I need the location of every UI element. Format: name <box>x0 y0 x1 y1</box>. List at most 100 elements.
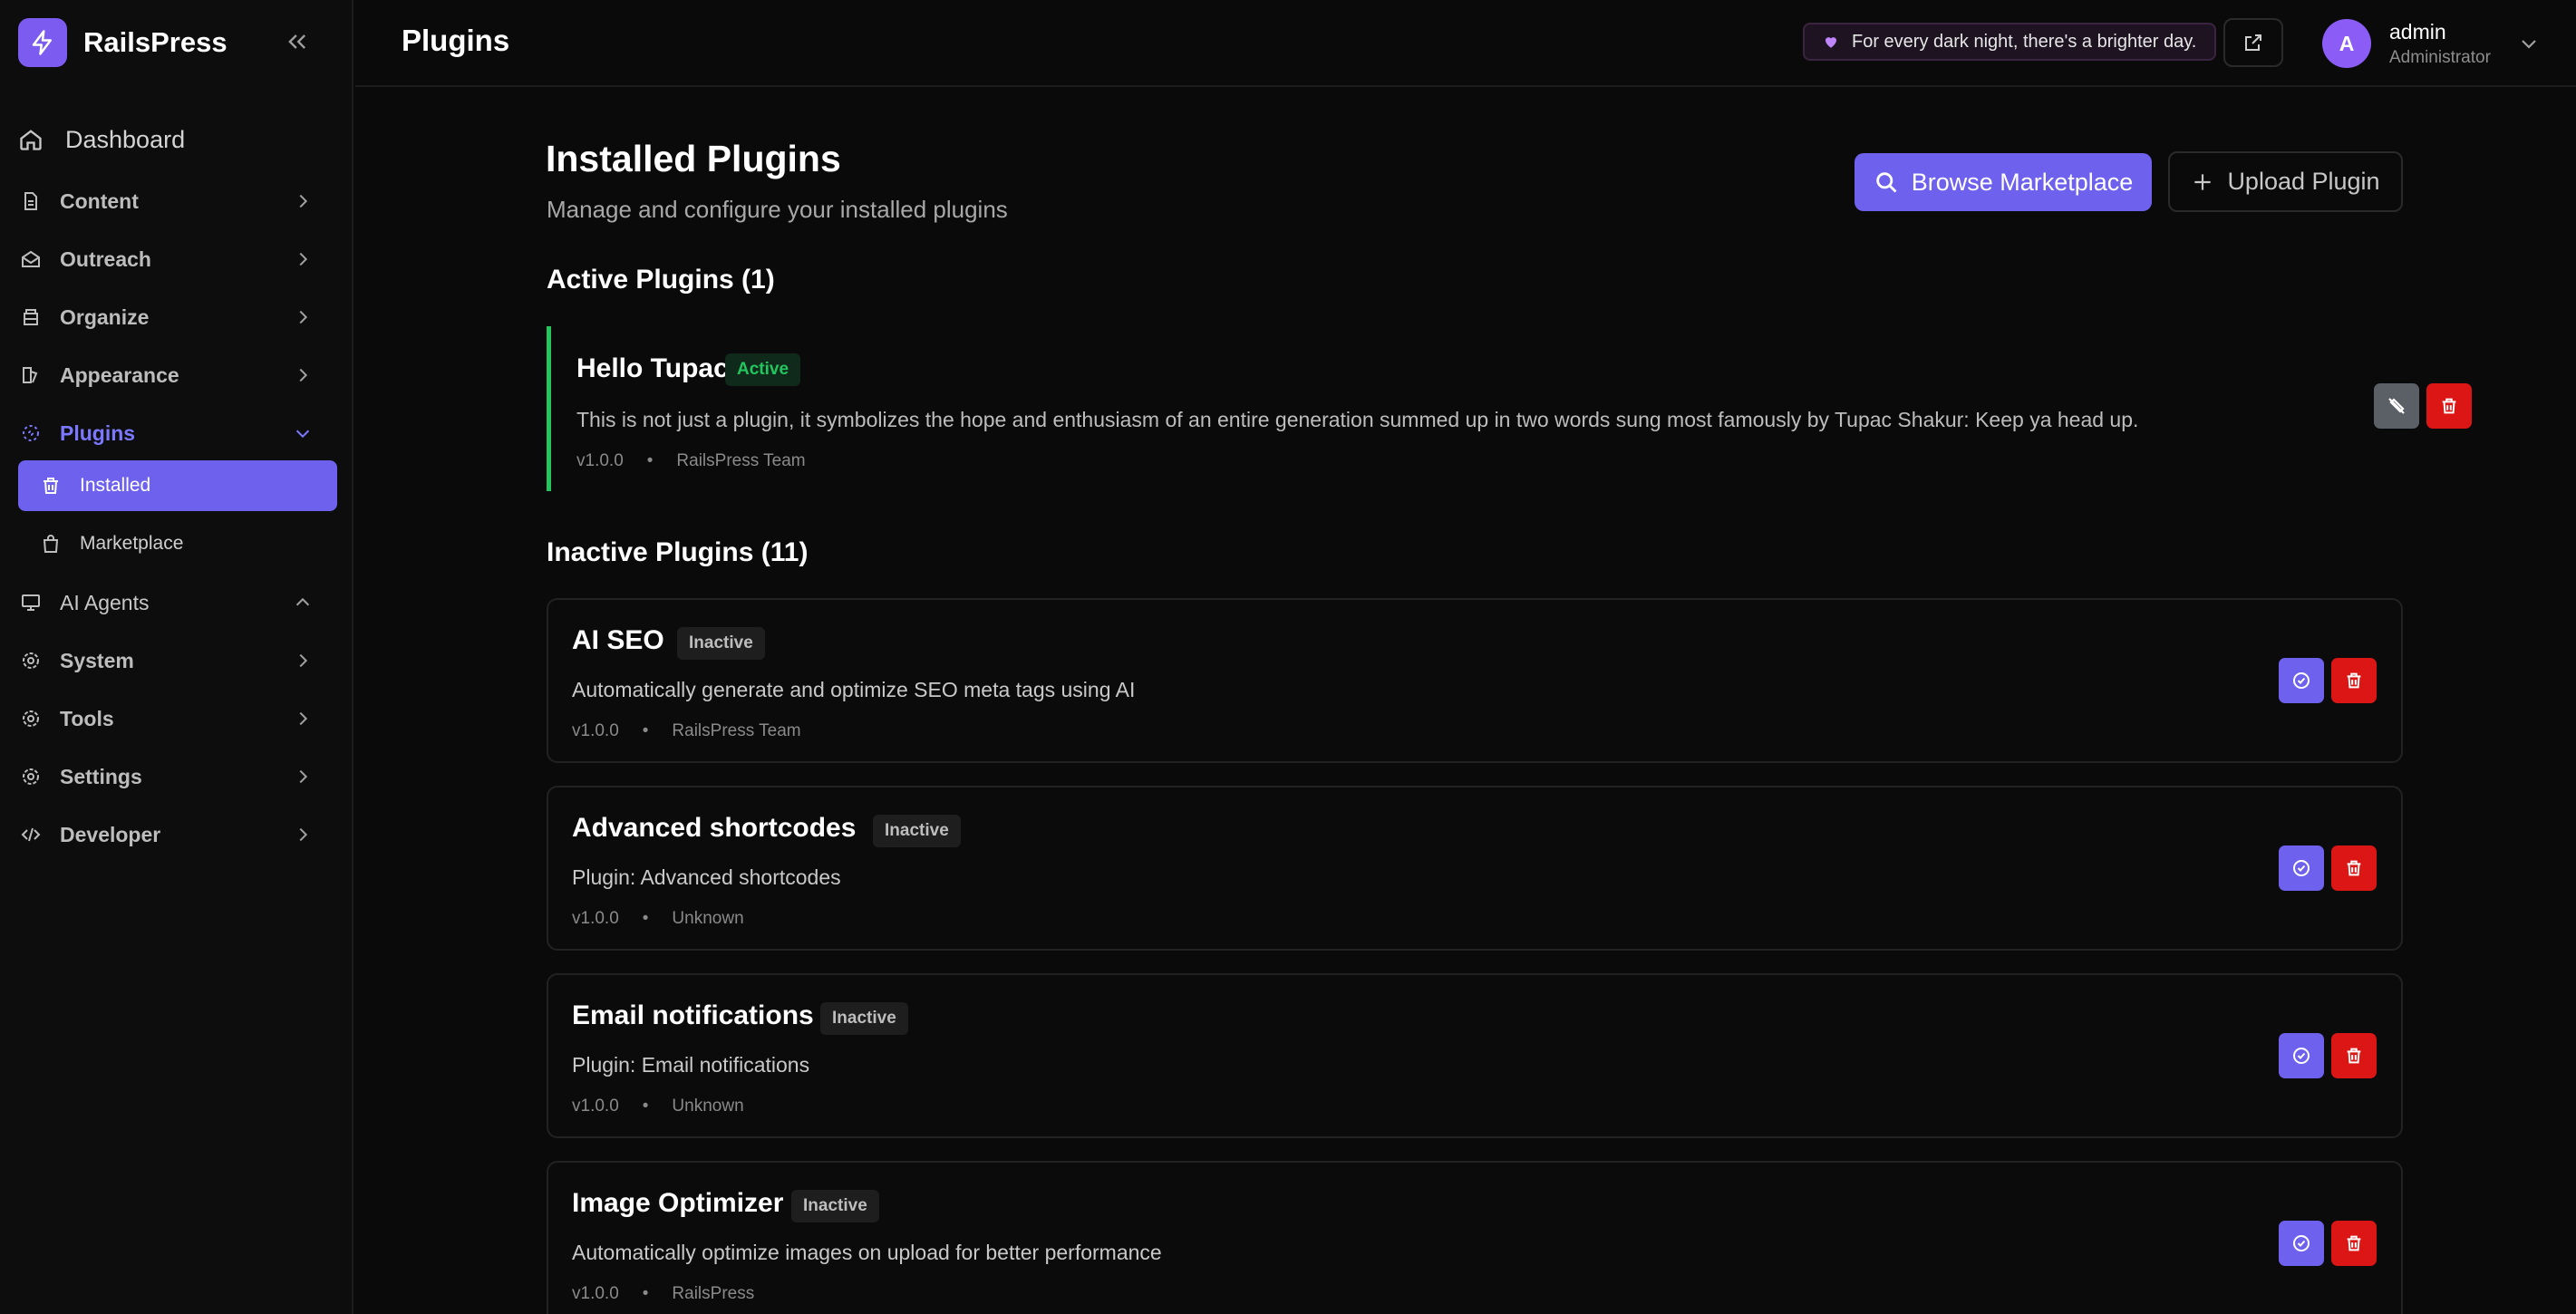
sidebar: RailsPress Dashboard Content Outreach Or… <box>0 0 353 1314</box>
header-title: Plugins <box>402 24 510 57</box>
plugin-meta: v1.0.0 • RailsPress Team <box>576 451 806 471</box>
sidebar-item-system[interactable]: System <box>18 635 337 686</box>
sidebar-item-tools[interactable]: Tools <box>18 693 337 744</box>
meta-separator: • <box>642 721 649 740</box>
check-circle-icon <box>2293 1048 2310 1064</box>
chevron-right-icon <box>290 188 315 214</box>
trash-icon <box>2347 860 2361 876</box>
sidebar-item-label: Settings <box>60 764 142 788</box>
sidebar-subitem-marketplace[interactable]: Marketplace <box>18 518 337 569</box>
activate-button[interactable] <box>2279 845 2324 891</box>
trash-icon <box>2347 1048 2361 1064</box>
sidebar-item-content[interactable]: Content <box>18 176 337 227</box>
home-icon <box>18 127 44 152</box>
sidebar-item-organize[interactable]: Organize <box>18 292 337 343</box>
user-menu[interactable]: A admin Administrator <box>2322 16 2540 71</box>
collapse-sidebar-button[interactable] <box>279 24 315 60</box>
plugin-card: Email notifications Inactive Plugin: Ema… <box>547 973 2403 1138</box>
sidebar-subitem-label: Installed <box>80 475 151 496</box>
top-header: Plugins For every dark night, there's a … <box>355 0 2576 87</box>
sidebar-item-developer[interactable]: Developer <box>18 809 337 860</box>
main-content: Installed Plugins Manage and configure y… <box>355 89 2576 1314</box>
plugin-version: v1.0.0 <box>576 451 624 470</box>
delete-button[interactable] <box>2331 1221 2377 1266</box>
bolt-icon <box>18 18 67 67</box>
monitor-icon <box>18 590 44 615</box>
plugin-author: RailsPress <box>672 1284 755 1303</box>
plugin-version: v1.0.0 <box>572 721 619 740</box>
sidebar-item-outreach[interactable]: Outreach <box>18 234 337 285</box>
user-role: Administrator <box>2389 47 2491 67</box>
sidebar-subitem-installed[interactable]: Installed <box>18 460 337 511</box>
chevron-down-icon <box>2518 33 2540 54</box>
activate-button[interactable] <box>2279 1221 2324 1266</box>
shopping-bag-icon <box>38 531 63 556</box>
gear-icon <box>18 764 44 789</box>
brand[interactable]: RailsPress <box>18 18 228 67</box>
activate-button[interactable] <box>2279 1033 2324 1078</box>
plugin-name: Hello Tupac! <box>576 353 738 383</box>
sidebar-item-label: AI Agents <box>60 590 150 614</box>
page-subtitle: Manage and configure your installed plug… <box>547 196 1008 223</box>
quote-banner: For every dark night, there's a brighter… <box>1803 23 2217 61</box>
plugin-description: Automatically optimize images on upload … <box>572 1241 1162 1264</box>
heart-icon <box>1823 34 1839 50</box>
trash-icon <box>2347 672 2361 689</box>
external-link-icon <box>2245 34 2261 51</box>
sidebar-item-label: Organize <box>60 304 150 329</box>
sidebar-item-appearance[interactable]: Appearance <box>18 350 337 401</box>
chevron-right-icon <box>290 706 315 731</box>
plugin-author: Unknown <box>672 1097 744 1116</box>
check-circle-icon <box>2293 1235 2310 1251</box>
plugin-meta: v1.0.0 • Unknown <box>572 1097 744 1116</box>
sidebar-item-label: System <box>60 648 134 672</box>
plugin-card: Image Optimizer Inactive Automatically o… <box>547 1161 2403 1314</box>
sidebar-item-dashboard[interactable]: Dashboard <box>18 114 337 165</box>
delete-button[interactable] <box>2331 1033 2377 1078</box>
double-chevron-left-icon <box>288 34 305 49</box>
sidebar-item-label: Developer <box>60 822 161 846</box>
sidebar-item-plugins[interactable]: Plugins <box>18 408 337 459</box>
delete-button[interactable] <box>2331 845 2377 891</box>
trash-icon <box>2442 398 2456 414</box>
chevron-right-icon <box>290 304 315 330</box>
mail-open-icon <box>18 246 44 272</box>
avatar: A <box>2322 19 2371 68</box>
sidebar-item-label: Outreach <box>60 246 151 271</box>
activate-button[interactable] <box>2279 658 2324 703</box>
plugin-description: Plugin: Advanced shortcodes <box>572 865 841 889</box>
inactive-plugins-heading: Inactive Plugins (11) <box>547 537 809 567</box>
search-icon <box>1874 169 1899 195</box>
status-badge: Inactive <box>791 1190 879 1222</box>
chevron-right-icon <box>290 246 315 272</box>
plugin-description: This is not just a plugin, it symbolizes… <box>576 408 2139 431</box>
upload-plugin-button[interactable]: Upload Plugin <box>2168 151 2403 212</box>
page-title: Installed Plugins <box>546 138 841 179</box>
active-plugins-heading: Active Plugins (1) <box>547 265 775 295</box>
upload-plugin-label: Upload Plugin <box>2227 168 2380 195</box>
user-name: admin <box>2389 19 2446 43</box>
deactivate-button[interactable] <box>2374 383 2419 429</box>
check-circle-icon <box>2293 860 2310 876</box>
view-site-button[interactable] <box>2223 18 2283 67</box>
delete-button[interactable] <box>2426 383 2472 429</box>
plugin-author: RailsPress Team <box>672 721 801 740</box>
browse-marketplace-button[interactable]: Browse Marketplace <box>1855 153 2152 211</box>
plugin-name: Image Optimizer <box>572 1188 784 1218</box>
brand-name: RailsPress <box>83 26 228 58</box>
paint-icon <box>18 362 44 388</box>
chevron-up-icon <box>290 590 315 615</box>
sidebar-subitem-label: Marketplace <box>80 533 184 554</box>
sidebar-item-ai-agents[interactable]: AI Agents <box>18 577 337 628</box>
delete-button[interactable] <box>2331 658 2377 703</box>
plugin-version: v1.0.0 <box>572 1097 619 1116</box>
sidebar-item-label: Plugins <box>60 420 136 445</box>
document-icon <box>18 188 44 214</box>
trash-icon <box>38 473 63 498</box>
chevron-right-icon <box>290 764 315 789</box>
sidebar-item-settings[interactable]: Settings <box>18 751 337 802</box>
meta-separator: • <box>642 1284 649 1303</box>
meta-separator: • <box>646 451 654 470</box>
status-badge: Inactive <box>820 1002 908 1035</box>
browse-marketplace-label: Browse Marketplace <box>1911 168 2134 196</box>
